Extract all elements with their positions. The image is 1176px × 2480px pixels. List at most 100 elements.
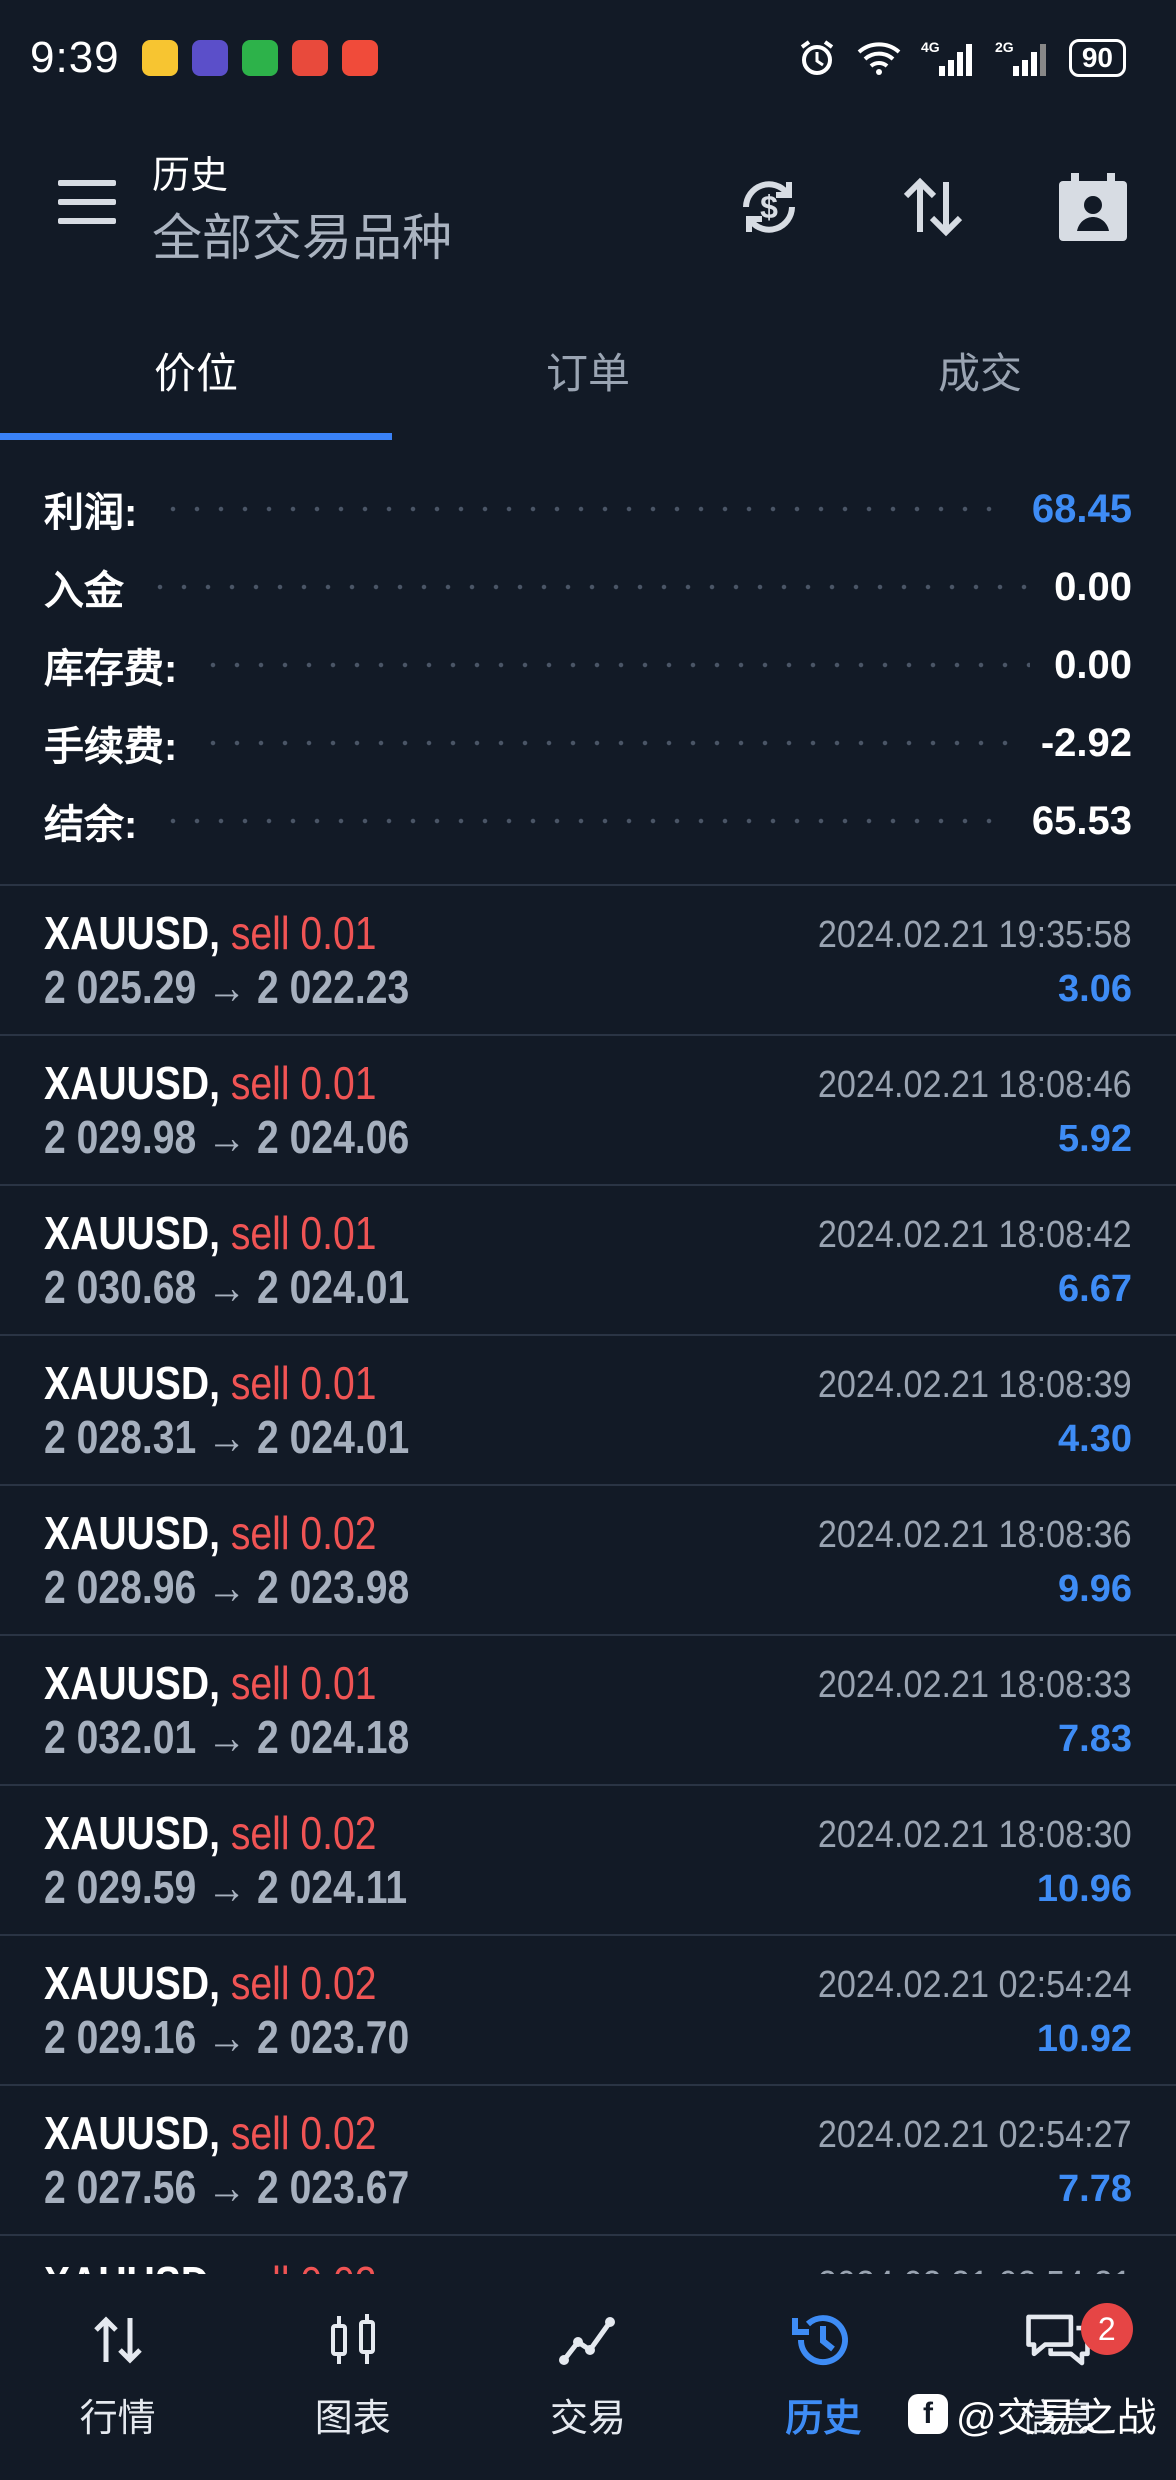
- trade-symbol: XAUUSD, sell 0.01: [44, 1056, 376, 1110]
- dot-leader: [201, 661, 1031, 669]
- summary-label: 手续费:: [44, 725, 178, 769]
- list-item[interactable]: XAUUSD, sell 0.02 2024.02.21 02:54:21: [0, 2236, 1176, 2274]
- list-item[interactable]: XAUUSD, sell 0.01 2 030.68 → 2 024.01 20…: [0, 1186, 1176, 1336]
- trade-time: 2024.02.21 18:08:30: [818, 1814, 1132, 1856]
- trade-prices: 2 029.16 → 2 023.70: [44, 2011, 410, 2063]
- trade-time: 2024.02.21 18:08:42: [818, 1214, 1132, 1256]
- symbol-text: XAUUSD,: [44, 1807, 220, 1859]
- trade-list: XAUUSD, sell 0.01 2 025.29 → 2 022.23 20…: [0, 884, 1176, 2274]
- trade-profit: 7.78: [1058, 2168, 1132, 2210]
- trade-symbol: XAUUSD, sell 0.02: [44, 1956, 376, 2010]
- trade-side: sell 0.01: [230, 1057, 377, 1109]
- summary-value: -2.92: [1040, 720, 1132, 765]
- trade-time: 2024.02.21 02:54:24: [818, 1964, 1132, 2006]
- list-item[interactable]: XAUUSD, sell 0.02 2 029.59 → 2 024.11 20…: [0, 1786, 1176, 1936]
- symbol-filter[interactable]: 全部交易品种: [152, 198, 452, 270]
- unread-badge: 2: [1080, 2303, 1133, 2355]
- report-button[interactable]: [1048, 162, 1138, 252]
- trade-prices: 2 029.59 → 2 024.11: [44, 1861, 408, 1913]
- nav-label: 图表: [314, 2398, 391, 2440]
- 58-app-icon: [341, 39, 378, 76]
- dot-leader: [201, 739, 1017, 747]
- nav-chart[interactable]: 图表: [235, 2275, 470, 2480]
- tab-orders[interactable]: 订单: [392, 320, 784, 440]
- trade-profit: 10.96: [1036, 1868, 1132, 1910]
- trade-side: sell 0.01: [230, 907, 377, 959]
- trade-side: sell 0.02: [230, 1807, 377, 1859]
- summary-row-commission: 手续费: -2.92: [0, 704, 1176, 782]
- summary-value: 68.45: [1031, 486, 1132, 531]
- nav-messages[interactable]: 信息 2: [941, 2275, 1176, 2480]
- summary-panel: 利润: 68.45 入金 0.00 库存费: 0.00 手续费: -2.92 结…: [0, 470, 1176, 860]
- list-item[interactable]: XAUUSD, sell 0.01 2 029.98 → 2 024.06 20…: [0, 1036, 1176, 1186]
- summary-value: 0.00: [1054, 642, 1132, 687]
- svg-text:2G: 2G: [995, 39, 1014, 55]
- trade-time: 2024.02.21 02:54:21: [818, 2264, 1132, 2274]
- summary-label: 入金: [44, 569, 124, 613]
- trade-prices: 2 030.68 → 2 024.01: [44, 1261, 410, 1313]
- list-item[interactable]: XAUUSD, sell 0.02 2 028.96 → 2 023.98 20…: [0, 1486, 1176, 1636]
- status-time: 9:39: [30, 32, 120, 82]
- status-bar: 9:39 4G 2G 90: [0, 0, 1176, 115]
- symbol-text: XAUUSD,: [44, 1957, 220, 2009]
- alarm-icon: [800, 39, 834, 75]
- battery-indicator: 90: [1068, 38, 1126, 77]
- trade-symbol: XAUUSD, sell 0.02: [44, 1506, 376, 1560]
- trade-time: 2024.02.21 18:08:36: [818, 1514, 1132, 1556]
- list-item[interactable]: XAUUSD, sell 0.01 2 032.01 → 2 024.18 20…: [0, 1636, 1176, 1786]
- trade-side: sell 0.02: [230, 1507, 377, 1559]
- sort-arrows-icon: [903, 177, 963, 237]
- trade-profit: 7.83: [1058, 1718, 1132, 1760]
- summary-label: 结余:: [44, 803, 138, 847]
- nav-label: 交易: [550, 2398, 627, 2440]
- trade-symbol: XAUUSD, sell 0.01: [44, 1356, 376, 1410]
- tab-positions[interactable]: 价位: [0, 320, 392, 440]
- history-tabs: 价位 订单 成交: [0, 320, 1176, 440]
- quotes-icon: [83, 2305, 153, 2375]
- trade-side: sell 0.02: [231, 2257, 377, 2274]
- symbol-text: XAUUSD,: [44, 2107, 220, 2159]
- svg-text:4G: 4G: [921, 39, 940, 55]
- trade-prices: 2 032.01 → 2 024.18: [44, 1711, 410, 1763]
- dot-leader: [161, 505, 1008, 513]
- signal-2g-icon: 2G: [995, 39, 1046, 76]
- summary-row-swap: 库存费: 0.00: [0, 626, 1176, 704]
- nav-history[interactable]: 历史: [706, 2275, 941, 2480]
- calendar-person-icon: [1059, 173, 1127, 241]
- trade-side: sell 0.01: [230, 1657, 377, 1709]
- trade-time: 2024.02.21 02:54:27: [818, 2114, 1132, 2156]
- trade-prices: 2 027.56 → 2 023.67: [44, 2161, 410, 2213]
- symbol-text: XAUUSD,: [44, 1207, 220, 1259]
- list-item[interactable]: XAUUSD, sell 0.02 2 027.56 → 2 023.67 20…: [0, 2086, 1176, 2236]
- svg-text:$: $: [760, 189, 778, 225]
- signal-4g-icon: 4G: [921, 39, 972, 76]
- sort-button[interactable]: [888, 162, 978, 252]
- list-item[interactable]: XAUUSD, sell 0.01 2 025.29 → 2 022.23 20…: [0, 886, 1176, 1036]
- trade-profit: 6.67: [1058, 1268, 1132, 1310]
- trade-time: 2024.02.21 18:08:33: [818, 1664, 1132, 1706]
- tab-deals[interactable]: 成交: [784, 320, 1176, 440]
- currency-sync-button[interactable]: $: [724, 162, 814, 252]
- dot-leader: [161, 817, 1008, 825]
- trade-side: sell 0.01: [230, 1357, 377, 1409]
- app-header: 历史 全部交易品种 $: [0, 130, 1176, 280]
- list-item[interactable]: XAUUSD, sell 0.01 2 028.31 → 2 024.01 20…: [0, 1336, 1176, 1486]
- evernote-icon: [241, 39, 278, 76]
- trade-symbol: XAUUSD, sell 0.02: [44, 1806, 376, 1860]
- trade-prices: 2 028.31 → 2 024.01: [44, 1411, 410, 1463]
- trade-side: sell 0.02: [230, 2107, 377, 2159]
- summary-label: 利润:: [44, 491, 138, 535]
- trade-time: 2024.02.21 18:08:39: [818, 1364, 1132, 1406]
- wifi-icon: [857, 41, 901, 75]
- list-item[interactable]: XAUUSD, sell 0.02 2 029.16 → 2 023.70 20…: [0, 1936, 1176, 2086]
- weibo-logo-icon: f: [908, 2394, 948, 2434]
- wallet-app-icon: [291, 39, 328, 76]
- watermark: f @交易之战: [908, 2385, 1157, 2443]
- nav-quotes[interactable]: 行情: [0, 2275, 235, 2480]
- menu-icon[interactable]: [58, 180, 116, 224]
- trade-time: 2024.02.21 19:35:58: [818, 914, 1132, 956]
- trade-prices: 2 025.29 → 2 022.23: [44, 961, 410, 1013]
- bottom-nav: 行情 图表 交易 历史 信息 2: [0, 2275, 1176, 2480]
- symbol-text: XAUUSD,: [44, 1057, 220, 1109]
- nav-trade[interactable]: 交易: [470, 2275, 705, 2480]
